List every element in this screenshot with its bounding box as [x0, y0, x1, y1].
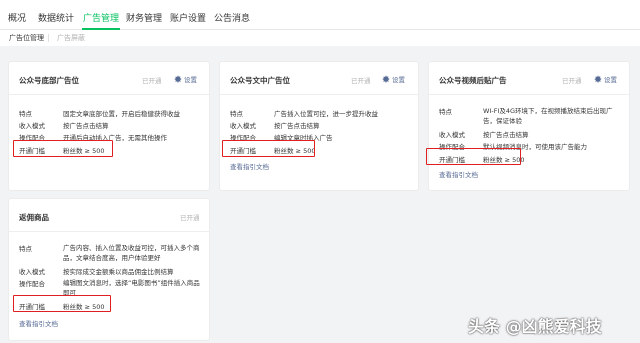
- row-key: 特点: [230, 110, 243, 118]
- card-title: 返佣商品: [19, 213, 49, 222]
- row-value: 按广告点击结算: [483, 131, 529, 139]
- row-value: 固定文章底部位置，开启后稳健获得收益: [63, 110, 180, 118]
- top-navigation: 概况 数据统计 广告管理 财务管理 账户设置 公告消息: [0, 0, 640, 30]
- feature-row: 特点 WI-FI及4G环境下，在视频播放结束后出现广告，保证体验: [439, 106, 623, 126]
- card-title: 公众号视频后贴广告: [439, 76, 507, 85]
- gear-icon: [174, 75, 182, 83]
- ad-slot-card-bottom: 公众号底部广告位 已开通 设置 特点 固定文章底部位置，开启后稳健获得收益 收入模…: [9, 62, 209, 190]
- row-key: 特点: [439, 108, 452, 116]
- settings-button[interactable]: 设置: [382, 74, 405, 84]
- guide-doc-link[interactable]: 查看指引文档: [230, 161, 269, 171]
- subtab-ad-slot-management[interactable]: 广告位管理: [9, 33, 44, 43]
- revenue-mode-row: 收入模式 按实际成交金额乘以商品佣金比例结算: [19, 266, 174, 276]
- status-badge: 已开通: [180, 214, 200, 222]
- tab-finance[interactable]: 财务管理: [126, 11, 162, 24]
- card-divider: [220, 94, 418, 95]
- settings-label: 设置: [604, 76, 617, 84]
- highlight-box: [13, 295, 111, 312]
- status-badge: 已开通: [351, 77, 371, 85]
- watermark-text: 头条 @凶熊爱科技: [468, 317, 602, 336]
- row-key: 特点: [19, 110, 32, 118]
- feature-row: 特点 固定文章底部位置，开启后稳健获得收益: [19, 108, 180, 118]
- row-key: 收入模式: [230, 122, 256, 130]
- tab-announcements[interactable]: 公告消息: [214, 11, 250, 24]
- highlight-box: [222, 140, 315, 157]
- row-key: 特点: [19, 245, 32, 253]
- row-value: 按广告点击结算: [274, 122, 320, 130]
- settings-button[interactable]: 设置: [174, 74, 197, 84]
- highlight-box: [426, 148, 521, 165]
- subtab-ad-blocking[interactable]: 广告屏蔽: [57, 33, 85, 43]
- revenue-mode-row: 收入模式 按广告点击结算: [439, 129, 529, 139]
- settings-button[interactable]: 设置: [594, 74, 617, 84]
- card-title: 公众号底部广告位: [19, 76, 79, 85]
- commission-product-card: 返佣商品 已开通 特点 广告内容、插入位置及收益可控，可插入多个商品，文章结合度高…: [9, 199, 209, 340]
- card-divider: [429, 94, 629, 95]
- ad-slot-card-video-post: 公众号视频后贴广告 已开通 设置 特点 WI-FI及4G环境下，在视频播放结束后出…: [426, 62, 629, 190]
- settings-label: 设置: [184, 76, 197, 84]
- feature-row: 特点 广告内容、插入位置及收益可控，可插入多个商品，文章结合度高，用户体验更好: [19, 243, 203, 263]
- revenue-mode-row: 收入模式 按广告点击结算: [19, 120, 109, 130]
- sub-navigation: 广告位管理 广告屏蔽: [0, 30, 640, 46]
- card-divider: [9, 231, 209, 232]
- tab-account-settings[interactable]: 账户设置: [170, 11, 206, 24]
- highlight-box: [13, 140, 113, 157]
- row-value: 按实际成交金额乘以商品佣金比例结算: [63, 268, 174, 276]
- status-badge: 已开通: [562, 77, 582, 85]
- tab-overview[interactable]: 概况: [8, 11, 26, 24]
- subnav-divider: [48, 34, 49, 42]
- ad-slot-card-in-article: 公众号文中广告位 已开通 设置 特点 广告插入位置可控，进一步提升收益 收入模式 按…: [220, 62, 418, 190]
- tab-ad-management[interactable]: 广告管理: [83, 11, 119, 24]
- row-key: 收入模式: [19, 122, 45, 130]
- feature-row: 特点 广告插入位置可控，进一步提升收益: [230, 108, 378, 118]
- gear-icon: [594, 75, 602, 83]
- guide-doc-link[interactable]: 查看指引文档: [439, 169, 478, 179]
- tab-statistics[interactable]: 数据统计: [38, 11, 74, 24]
- gear-icon: [382, 75, 390, 83]
- revenue-mode-row: 收入模式 按广告点击结算: [230, 120, 320, 130]
- row-value: 广告内容、插入位置及收益可控，可插入多个商品，文章结合度高，用户体验更好: [63, 244, 200, 262]
- status-badge: 已开通: [142, 77, 162, 85]
- card-title: 公众号文中广告位: [230, 76, 290, 85]
- row-key: 收入模式: [19, 268, 45, 276]
- row-key: 收入模式: [439, 131, 465, 139]
- row-value: 按广告点击结算: [63, 122, 109, 130]
- guide-doc-link[interactable]: 查看指引文档: [19, 318, 58, 328]
- settings-label: 设置: [392, 76, 405, 84]
- row-value: WI-FI及4G环境下，在视频播放结束后出现广告，保证体验: [483, 107, 613, 125]
- row-value: 广告插入位置可控，进一步提升收益: [274, 110, 378, 118]
- card-divider: [9, 94, 209, 95]
